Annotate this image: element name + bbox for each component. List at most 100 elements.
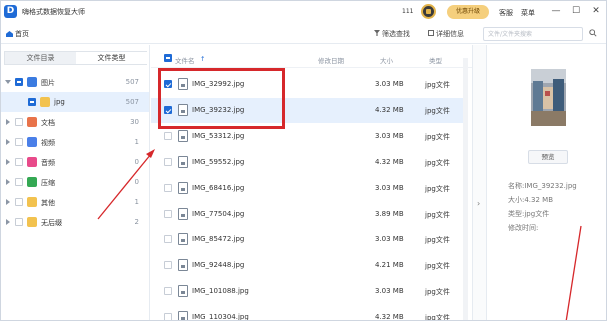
tree-item-label: 其他 (41, 199, 55, 207)
preview-name: 名称:IMG_39232.jpg (508, 182, 577, 190)
table-row[interactable]: IMG_85472.jpg 3.03 MB jpg文件 (151, 227, 463, 252)
service-link[interactable]: 客服 (499, 8, 513, 18)
expand-arrow-icon[interactable] (6, 159, 10, 165)
tree-item-label: 视频 (41, 139, 55, 147)
category-icon (27, 177, 37, 187)
tree-item[interactable]: 其他 1 (1, 192, 149, 212)
preview-button[interactable]: 预览 (528, 150, 568, 164)
tree-item-count: 507 (125, 78, 139, 86)
menu-link[interactable]: 菜单 (521, 8, 535, 18)
tree-checkbox[interactable] (15, 198, 23, 206)
expand-arrow-icon[interactable] (6, 199, 10, 205)
expand-arrow-icon[interactable] (6, 179, 10, 185)
tree-item[interactable]: jpg 507 (1, 92, 149, 112)
list-scrollbar[interactable] (463, 58, 468, 320)
file-type: jpg文件 (425, 132, 450, 141)
tree-checkbox[interactable] (15, 118, 23, 126)
row-checkbox[interactable] (164, 235, 172, 244)
file-type: jpg文件 (425, 262, 450, 271)
preview-thumbnail (531, 69, 566, 126)
tree-item-count: 1 (134, 198, 139, 206)
table-row[interactable]: IMG_59552.jpg 4.32 MB jpg文件 (151, 150, 463, 175)
table-row[interactable]: IMG_92448.jpg 4.21 MB jpg文件 (151, 253, 463, 278)
column-size[interactable]: 大小 (380, 55, 393, 65)
tree-item-label: 图片 (41, 79, 55, 87)
view-switch: 文件目录 文件类型 (4, 51, 147, 65)
image-file-icon (178, 181, 188, 194)
column-modified[interactable]: 修改日期 (318, 55, 344, 65)
tree-item-count: 2 (134, 218, 139, 226)
column-type[interactable]: 类型 (429, 55, 442, 65)
row-checkbox[interactable] (164, 157, 172, 166)
chevron-right-icon: › (477, 199, 481, 208)
file-type: jpg文件 (425, 210, 450, 219)
table-row[interactable]: IMG_68416.jpg 3.03 MB jpg文件 (151, 176, 463, 201)
tree-checkbox[interactable] (15, 218, 23, 226)
category-icon (27, 137, 37, 147)
file-size: 3.03 MB (375, 80, 404, 88)
expand-arrow-icon[interactable] (6, 219, 10, 225)
tree-item-label: 音频 (41, 159, 55, 167)
preview-collapse-handle[interactable]: › (472, 45, 487, 320)
filter-button-label: 筛选查找 (382, 30, 410, 38)
image-file-icon (178, 155, 188, 168)
expand-arrow-icon[interactable] (5, 80, 11, 84)
file-name: IMG_59552.jpg (192, 157, 245, 166)
table-row[interactable]: IMG_77504.jpg 3.89 MB jpg文件 (151, 202, 463, 227)
file-size: 4.21 MB (375, 261, 404, 270)
table-row[interactable]: IMG_101088.jpg 3.03 MB jpg文件 (151, 279, 463, 304)
details-icon (428, 30, 434, 36)
highlight-box (158, 68, 285, 129)
expand-arrow-icon[interactable] (6, 139, 10, 145)
search-icon[interactable] (589, 29, 597, 37)
home-tab[interactable]: 首页 (6, 29, 29, 39)
expand-arrow-icon[interactable] (6, 119, 10, 125)
app-logo-icon: D (4, 5, 17, 18)
tree-checkbox[interactable] (28, 98, 36, 106)
tree-item[interactable]: 无后缀 2 (1, 212, 149, 232)
tree-checkbox[interactable] (15, 178, 23, 186)
preview-size: 大小:4.32 MB (508, 196, 554, 204)
filter-button[interactable]: 筛选查找 (374, 29, 410, 39)
tree-checkbox[interactable] (15, 78, 23, 86)
file-type: jpg文件 (425, 158, 450, 167)
upgrade-button[interactable]: 优惠升级 (447, 5, 489, 19)
folder-icon (40, 97, 50, 107)
file-type: jpg文件 (425, 314, 450, 321)
row-checkbox[interactable] (164, 287, 172, 296)
row-checkbox[interactable] (164, 209, 172, 218)
row-checkbox[interactable] (164, 131, 172, 140)
select-all-checkbox[interactable] (164, 54, 172, 62)
image-file-icon (178, 233, 188, 246)
tree-item-label: 无后缀 (41, 219, 62, 227)
search-input[interactable]: 文件/文件夹搜索 (483, 27, 583, 41)
file-size: 4.32 MB (375, 157, 404, 166)
tree-checkbox[interactable] (15, 138, 23, 146)
minimize-button[interactable]: — (550, 5, 562, 17)
tree-item[interactable]: 图片 507 (1, 72, 149, 92)
tree-item-count: 1 (134, 138, 139, 146)
preview-type: 类型:jpg文件 (508, 210, 550, 218)
tree-checkbox[interactable] (15, 158, 23, 166)
table-row[interactable]: IMG_110304.jpg 4.32 MB jpg文件 (151, 305, 463, 321)
tree-item[interactable]: 压缩 0 (1, 172, 149, 192)
close-button[interactable]: ✕ (590, 5, 602, 17)
row-checkbox[interactable] (164, 313, 172, 320)
title-bar: D 嗨格式数据恢复大师 111 优惠升级 客服 菜单 — ☐ ✕ (1, 1, 606, 25)
file-size: 3.03 MB (375, 235, 404, 244)
category-icon (27, 77, 37, 87)
file-size: 4.32 MB (375, 105, 404, 114)
tab-file-directory[interactable]: 文件目录 (5, 52, 76, 64)
row-checkbox[interactable] (164, 261, 172, 270)
details-button[interactable]: 详细信息 (428, 29, 464, 39)
vip-badge-icon[interactable] (421, 4, 436, 19)
column-name[interactable]: 文件名 (175, 55, 195, 65)
tree-item[interactable]: 音频 0 (1, 152, 149, 172)
tab-file-type[interactable]: 文件类型 (76, 52, 147, 64)
image-file-icon (178, 311, 188, 320)
row-checkbox[interactable] (164, 183, 172, 192)
tree-item-count: 0 (134, 158, 139, 166)
maximize-button[interactable]: ☐ (570, 5, 582, 17)
tree-item[interactable]: 文档 30 (1, 112, 149, 132)
tree-item[interactable]: 视频 1 (1, 132, 149, 152)
